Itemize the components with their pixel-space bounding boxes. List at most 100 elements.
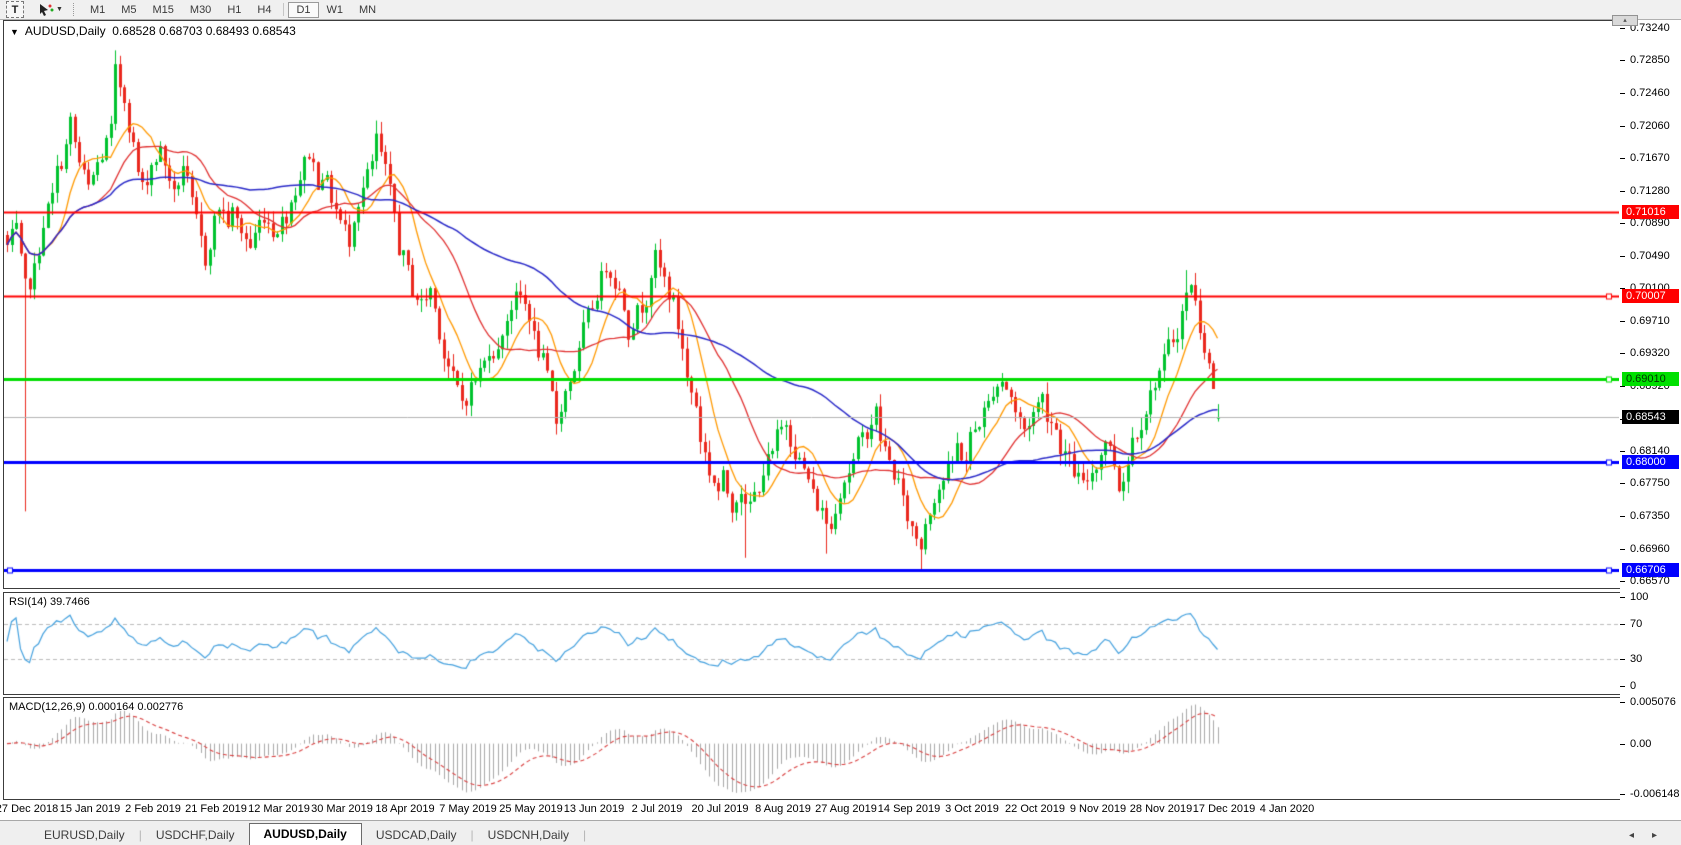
chart-tab-usdcad[interactable]: USDCAD,Daily — [362, 825, 471, 845]
chart-corner-button[interactable]: ▴ — [1612, 15, 1638, 26]
date-axis[interactable]: 27 Dec 2018 15 Jan 2019 2 Feb 2019 21 Feb 2… — [0, 800, 1621, 819]
date-label: 28 Nov 2019 — [1129, 803, 1193, 815]
price-tick-label: 0.72850 — [1630, 54, 1670, 66]
price-tick-label: 0.71280 — [1630, 185, 1670, 197]
text-tool-button[interactable]: T — [6, 1, 24, 18]
price-tick-label: 0.69320 — [1630, 347, 1670, 359]
price-tick-label: 30 — [1630, 653, 1643, 665]
price-tick-label: 70 — [1630, 618, 1643, 630]
axis-tick — [1620, 60, 1625, 61]
price-tick-label: 0.70490 — [1630, 250, 1670, 262]
date-label: 7 May 2019 — [439, 803, 497, 815]
price-tick-label: 0.00 — [1630, 738, 1652, 750]
price-level-tag: 0.71016 — [1622, 205, 1679, 219]
axis-tick — [1620, 386, 1625, 387]
price-tick-label: 0.67350 — [1630, 510, 1670, 522]
axis-tick — [1620, 597, 1625, 598]
price-tick-label: 100 — [1630, 591, 1649, 603]
date-label: 2 Feb 2019 — [125, 803, 181, 815]
pointer-tool-button[interactable]: ▼ — [38, 2, 63, 17]
axis-tick — [1620, 321, 1625, 322]
chart-tab-bar: EURUSD,Daily | USDCHF,Daily AUDUSD,Daily USD… — [0, 820, 1681, 845]
symbol-dropdown-icon[interactable]: ▼ — [10, 27, 19, 37]
toolbar-separator — [283, 3, 285, 16]
date-label: 27 Aug 2019 — [815, 803, 877, 815]
price-level-tag: 0.70007 — [1622, 289, 1679, 303]
chart-tab-eurusd[interactable]: EURUSD,Daily — [30, 825, 139, 845]
axis-tick — [1620, 624, 1625, 625]
top-toolbar: T ▼ M1 M5 M15 M30 H1 H4 D1 W1 MN — [0, 0, 1681, 20]
toolbar-drag-handle[interactable] — [72, 3, 75, 16]
date-label: 30 Mar 2019 — [311, 803, 373, 815]
timeframe-button-h4[interactable]: H4 — [249, 2, 279, 18]
price-tick-label: 0.67750 — [1630, 477, 1670, 489]
axis-tick — [1620, 549, 1625, 550]
date-label: 8 Aug 2019 — [755, 803, 811, 815]
date-label: 14 Sep 2019 — [877, 803, 941, 815]
price-tick-label: 0.72060 — [1630, 120, 1670, 132]
axis-tick — [1620, 158, 1625, 159]
price-level-tag: 0.68543 — [1622, 410, 1679, 424]
price-tick-label: 0.71670 — [1630, 152, 1670, 164]
axis-tick — [1620, 451, 1625, 452]
tab-scroll-left-icon[interactable]: ◂ — [1629, 830, 1634, 841]
macd-label: MACD(12,26,9) 0.000164 0.002776 — [9, 701, 184, 713]
axis-tick — [1620, 581, 1625, 582]
tab-separator: | — [583, 828, 587, 842]
price-tick-label: 0.66960 — [1630, 543, 1670, 555]
price-axis[interactable]: 0.73240 0.72850 0.72460 0.72060 0.71670 0.712… — [1620, 20, 1681, 820]
axis-tick — [1620, 659, 1625, 660]
date-label: 17 Dec 2019 — [1192, 803, 1256, 815]
axis-tick — [1620, 256, 1625, 257]
date-label: 27 Dec 2018 — [0, 803, 59, 815]
date-label: 2 Jul 2019 — [631, 803, 683, 815]
date-label: 20 Jul 2019 — [691, 803, 749, 815]
rsi-canvas[interactable] — [4, 593, 1619, 694]
date-label: 9 Nov 2019 — [1069, 803, 1127, 815]
chart-tab-audusd[interactable]: AUDUSD,Daily — [248, 823, 362, 845]
chart-title-symbol: AUDUSD,Daily — [24, 24, 106, 38]
axis-tick — [1620, 686, 1625, 687]
price-level-tag: 0.66706 — [1622, 563, 1679, 577]
date-label: 3 Oct 2019 — [945, 803, 999, 815]
date-label: 12 Mar 2019 — [248, 803, 310, 815]
timeframe-button-m30[interactable]: M30 — [182, 2, 219, 18]
price-tick-label: 0.69710 — [1630, 315, 1670, 327]
price-tick-label: -0.006148 — [1630, 788, 1680, 800]
price-tick-label: 0 — [1630, 680, 1637, 692]
chart-tab-usdcnh[interactable]: USDCNH,Daily — [474, 825, 583, 845]
chart-tab-usdchf[interactable]: USDCHF,Daily — [142, 825, 249, 845]
axis-tick — [1620, 126, 1625, 127]
rsi-label: RSI(14) 39.7466 — [9, 596, 90, 608]
axis-tick — [1620, 353, 1625, 354]
timeframe-button-m1[interactable]: M1 — [82, 2, 113, 18]
timeframe-button-d1[interactable]: D1 — [288, 1, 319, 18]
axis-tick — [1620, 223, 1625, 224]
timeframe-button-h1[interactable]: H1 — [219, 2, 249, 18]
axis-tick — [1620, 191, 1625, 192]
pointer-tool-icon — [40, 4, 54, 16]
pointer-tool-caret-icon[interactable]: ▼ — [56, 6, 63, 13]
macd-canvas[interactable] — [4, 698, 1619, 799]
chart-title-ohlc: 0.68528 0.68703 0.68493 0.68543 — [112, 24, 296, 38]
timeframe-group: M1 M5 M15 M30 H1 H4 D1 W1 MN — [82, 1, 384, 18]
timeframe-button-w1[interactable]: W1 — [319, 2, 352, 18]
timeframe-button-mn[interactable]: MN — [351, 2, 384, 18]
timeframe-button-m15[interactable]: M15 — [145, 2, 182, 18]
date-label: 25 May 2019 — [499, 803, 563, 815]
axis-tick — [1620, 93, 1625, 94]
date-label: 18 Apr 2019 — [375, 803, 435, 815]
axis-tick — [1620, 516, 1625, 517]
price-tick-label: 0.72460 — [1630, 87, 1670, 99]
axis-tick — [1620, 702, 1625, 703]
price-tick-label: 0.005076 — [1630, 696, 1676, 708]
axis-tick — [1620, 483, 1625, 484]
axis-tick — [1620, 794, 1625, 795]
timeframe-button-m5[interactable]: M5 — [113, 2, 144, 18]
chart-title: ▼ AUDUSD,Daily 0.68528 0.68703 0.68493 0.… — [10, 24, 296, 38]
tab-scroll-right-icon[interactable]: ▸ — [1652, 830, 1657, 841]
price-level-tag: 0.69010 — [1622, 372, 1679, 386]
date-label: 13 Jun 2019 — [563, 803, 625, 815]
main-chart-canvas[interactable] — [4, 21, 1619, 588]
date-label: 22 Oct 2019 — [1005, 803, 1065, 815]
